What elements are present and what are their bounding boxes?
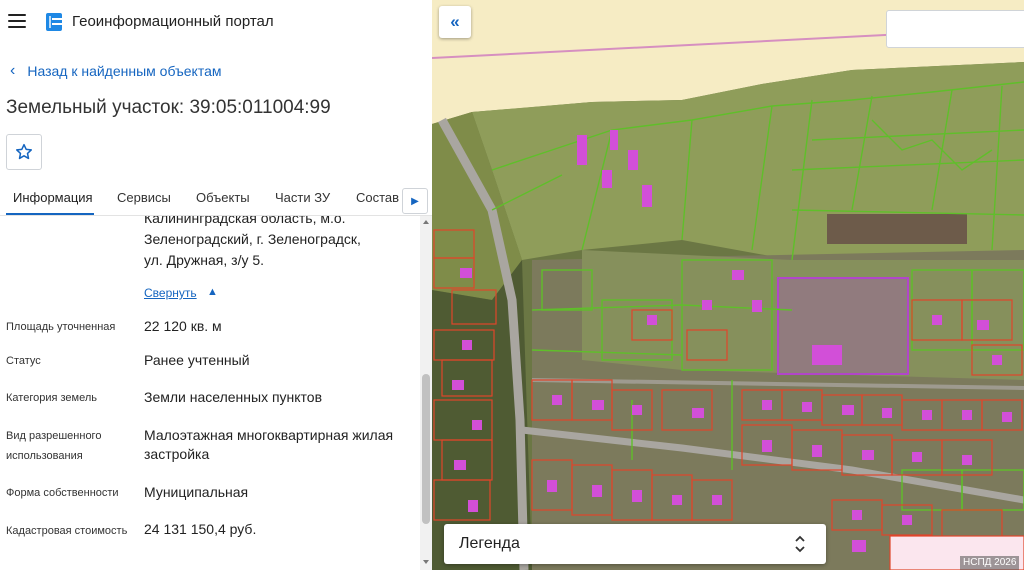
collapse-panel-button[interactable]: « bbox=[439, 6, 471, 38]
permitted-use-label: Вид разрешенного использования bbox=[6, 430, 102, 462]
chevron-up-icon[interactable]: ▲ bbox=[207, 286, 218, 298]
app-title: Геоинформационный портал bbox=[72, 13, 274, 30]
back-to-results-link[interactable]: ‹ Назад к найденным объектам bbox=[10, 62, 222, 80]
map-attribution: НСПД 2026 bbox=[960, 556, 1020, 570]
cadastral-value-label: Кадастровая стоимость bbox=[6, 525, 128, 537]
ownership-form-label: Форма собственности bbox=[6, 487, 119, 499]
double-chevron-left-icon: « bbox=[450, 12, 460, 31]
active-tab-indicator bbox=[6, 213, 94, 215]
hamburger-icon[interactable] bbox=[8, 14, 26, 28]
status-label: Статус bbox=[6, 355, 41, 367]
scroll-up-arrow-icon[interactable] bbox=[423, 220, 429, 224]
map-canvas[interactable] bbox=[432, 0, 1024, 570]
address-line: ул. Дружная, з/у 5. bbox=[144, 252, 265, 268]
tab-parcel-parts[interactable]: Части ЗУ bbox=[275, 190, 330, 205]
tabs-scroll-right-button[interactable]: ▶ bbox=[402, 188, 428, 214]
map-search-input[interactable] bbox=[886, 10, 1024, 48]
cadastral-value-value: 24 131 150,4 руб. bbox=[144, 521, 257, 537]
area-label: Площадь уточненная bbox=[6, 321, 116, 333]
object-tabs: Информация Сервисы Объекты Части ЗУ Сост… bbox=[0, 180, 432, 216]
tab-information[interactable]: Информация bbox=[13, 190, 93, 205]
scrollbar-thumb[interactable] bbox=[422, 374, 430, 524]
ownership-form-value: Муниципальная bbox=[144, 484, 249, 500]
map-view[interactable]: « Легенда НСПД 2026 bbox=[432, 0, 1024, 570]
app-header: Геоинформационный портал bbox=[0, 0, 432, 44]
portal-logo-icon bbox=[46, 13, 62, 31]
selected-parcel[interactable] bbox=[777, 277, 909, 375]
triangle-right-icon: ▶ bbox=[411, 195, 419, 207]
legend-label: Легенда bbox=[459, 535, 520, 552]
land-category-value: Земли населенных пунктов bbox=[144, 389, 323, 405]
back-link-label: Назад к найденным объектам bbox=[27, 63, 222, 79]
star-icon bbox=[16, 143, 32, 160]
land-category-label: Категория земель bbox=[6, 392, 97, 404]
tab-services[interactable]: Сервисы bbox=[117, 190, 171, 205]
info-panel: Геоинформационный портал ‹ Назад к найде… bbox=[0, 0, 432, 570]
address-line: Зеленоградский, г. Зеленоградск, bbox=[144, 231, 361, 247]
legend-panel[interactable]: Легенда bbox=[444, 524, 826, 564]
page-title: Земельный участок: 39:05:011004:99 bbox=[6, 97, 331, 118]
tab-composition[interactable]: Состав bbox=[356, 190, 399, 205]
object-info: Калининградская область, м.о. Зеленоград… bbox=[0, 216, 420, 570]
address-line: Калининградская область, м.о. bbox=[144, 216, 346, 226]
tab-objects[interactable]: Объекты bbox=[196, 190, 250, 205]
expand-collapse-icon[interactable] bbox=[793, 533, 807, 555]
chevron-left-icon: ‹ bbox=[10, 62, 16, 79]
info-scrollbar[interactable] bbox=[420, 216, 432, 570]
address-value: Калининградская область, м.о. Зеленоград… bbox=[144, 216, 404, 271]
area-value: 22 120 кв. м bbox=[144, 318, 222, 334]
permitted-use-value: Малоэтажная многоквартирная жилая застро… bbox=[144, 427, 394, 462]
collapse-link[interactable]: Свернуть bbox=[144, 286, 197, 300]
scroll-down-arrow-icon[interactable] bbox=[423, 560, 429, 564]
favorite-button[interactable] bbox=[6, 134, 42, 170]
status-value: Ранее учтенный bbox=[144, 352, 250, 368]
